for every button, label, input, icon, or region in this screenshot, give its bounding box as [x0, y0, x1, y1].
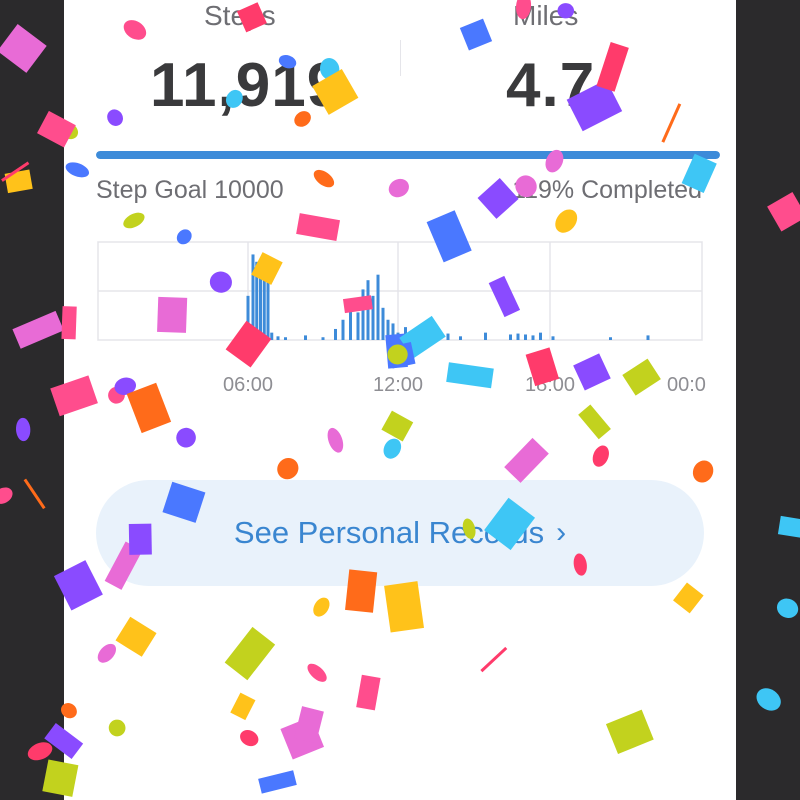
chart-bar [266, 275, 270, 340]
confetti-piece [767, 192, 800, 232]
confetti-piece [27, 742, 53, 761]
steps-value: 11,919 [150, 51, 343, 120]
completion-text: 119% Completed [512, 176, 702, 204]
chart-bar [509, 334, 512, 340]
confetti-piece [1, 161, 30, 182]
confetti-piece [756, 688, 781, 711]
chart-bar [262, 268, 266, 340]
confetti-piece [776, 598, 799, 619]
chart-x-tick-label: 12:00 [373, 374, 423, 396]
confetti-piece [0, 487, 13, 504]
chart-bar [259, 264, 262, 340]
chart-bar [251, 254, 255, 340]
chevron-right-icon: › [556, 516, 567, 549]
confetti-piece [15, 417, 31, 442]
chart-bar [246, 295, 250, 340]
chart-bar [391, 323, 395, 340]
see-personal-records-button[interactable]: See Personal Records › [96, 480, 704, 586]
chart-bar [381, 307, 385, 340]
chart-bar [609, 337, 612, 340]
chart-x-tick-label: 00:00 [667, 374, 706, 396]
chart-bar [459, 336, 462, 340]
confetti-piece [23, 478, 46, 510]
chart-bar [646, 335, 650, 340]
chart-bar [255, 261, 259, 340]
chart-bar [531, 335, 535, 340]
chart-bar [371, 295, 375, 340]
confetti-piece [777, 515, 800, 539]
step-progress-fill [96, 151, 720, 159]
chart-bar [446, 333, 450, 340]
confetti-piece [4, 169, 33, 194]
miles-label: Miles [513, 0, 579, 31]
miles-value: 4.7 [506, 51, 596, 120]
chart-bar [304, 335, 307, 340]
chart-bar [524, 334, 527, 340]
stats-divider [400, 40, 401, 76]
chart-bar [484, 332, 487, 340]
chart-bar [396, 332, 400, 340]
chart-bar [321, 337, 325, 340]
chart-bar [404, 327, 407, 340]
steps-label: Steps [204, 0, 276, 31]
chart-bar [421, 334, 425, 340]
chart-bar [361, 289, 365, 340]
chart-bar [551, 336, 555, 340]
chart-bar [539, 332, 542, 340]
confetti-piece [0, 24, 47, 73]
chart-bar [349, 298, 352, 340]
chart-x-tick-label: 18:00 [525, 374, 575, 396]
chart-bar [366, 280, 370, 340]
chart-bar [334, 328, 337, 340]
chart-bar [516, 333, 520, 340]
hourly-steps-chart: 06:00 12:00 18:00 00:00 [96, 238, 717, 413]
chart-bar [376, 274, 380, 340]
app-screen: Steps 11,919 Miles 4.7 Step Goal 10000 1… [0, 0, 800, 800]
chart-bar [434, 336, 437, 340]
see-personal-records-label: See Personal Records [233, 515, 545, 550]
confetti-piece [12, 310, 64, 349]
chart-bar [276, 336, 280, 340]
step-goal-text: Step Goal 10000 [96, 176, 284, 204]
chart-bar [341, 319, 345, 340]
step-progress-bar [96, 151, 720, 159]
chart-bar [386, 319, 390, 340]
hourly-steps-chart-svg: 06:00 12:00 18:00 00:00 [97, 241, 717, 396]
chart-bar [284, 337, 287, 340]
chart-bar [411, 335, 415, 340]
chart-x-tick-label: 06:00 [223, 374, 273, 396]
chart-bar [270, 332, 274, 340]
chart-bar [356, 312, 360, 340]
